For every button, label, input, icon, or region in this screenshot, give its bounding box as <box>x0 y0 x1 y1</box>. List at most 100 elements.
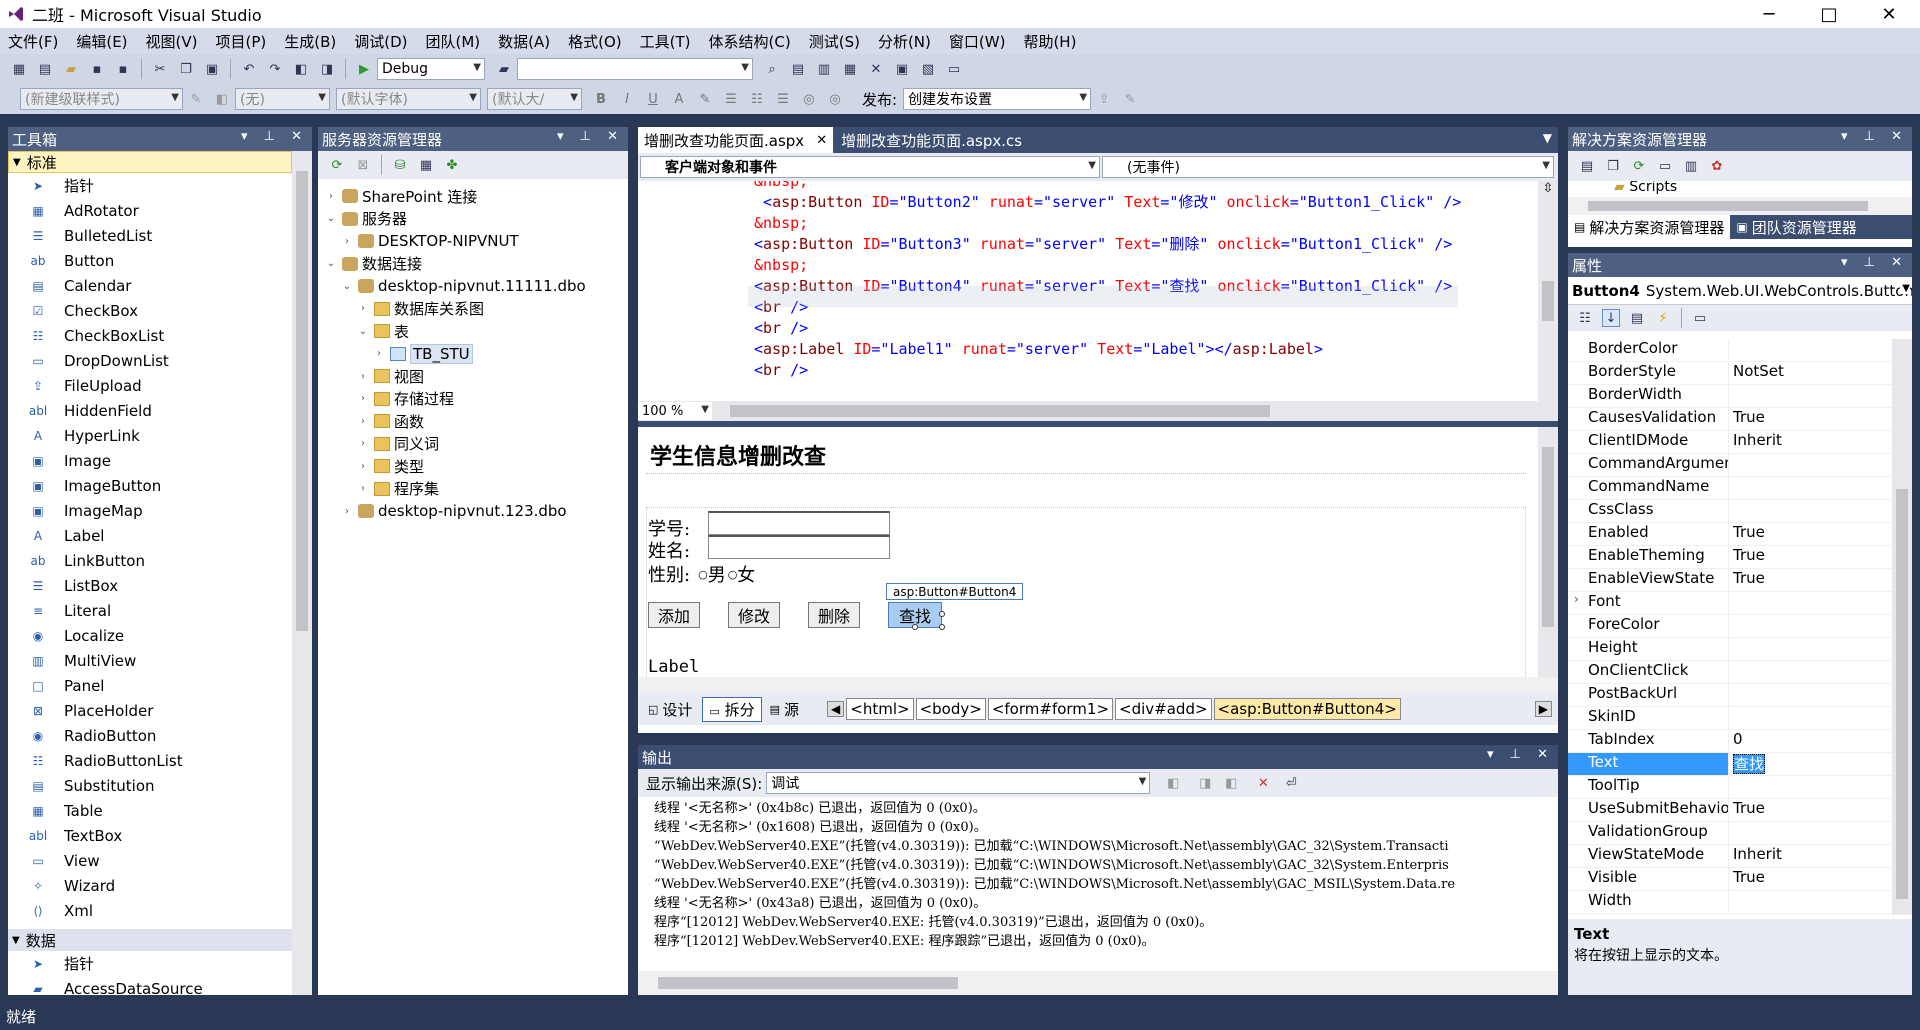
property-value[interactable] <box>1728 776 1892 798</box>
solution-hscrollbar[interactable] <box>1568 197 1912 215</box>
property-value[interactable]: True <box>1728 569 1892 591</box>
tree-node[interactable]: › 视图 <box>324 365 628 388</box>
edit-button[interactable]: 修改 <box>728 602 780 628</box>
property-value[interactable]: True <box>1728 546 1892 568</box>
scrollbar-thumb[interactable] <box>1542 281 1554 321</box>
toolbox-item[interactable]: □ Panel <box>8 673 292 698</box>
object-combo[interactable]: 客户端对象和事件 ▼ <box>640 156 1100 178</box>
word-wrap-icon[interactable]: ⏎ <box>1282 774 1300 792</box>
add-button[interactable]: 添加 <box>648 602 700 628</box>
source-code-pane[interactable]: &nbsp; <asp:Button ID="Button2" runat="s… <box>638 181 1538 401</box>
breadcrumb-item[interactable]: <div#add> <box>1115 698 1212 720</box>
toolbox-item[interactable]: ▥ MultiView <box>8 648 292 673</box>
property-row[interactable]: CommandName <box>1568 477 1892 500</box>
tree-node[interactable]: › DESKTOP-NIPVNUT <box>324 230 628 253</box>
property-row[interactable]: EnableTheming True <box>1568 546 1892 569</box>
toolbox-item[interactable]: ☑ CheckBox <box>8 298 292 323</box>
property-row[interactable]: ViewStateMode Inherit <box>1568 845 1892 868</box>
property-value[interactable] <box>1728 339 1892 361</box>
tree-node[interactable]: › TB_STU <box>324 343 628 366</box>
undo-icon[interactable]: ↶ <box>240 60 258 78</box>
property-value[interactable] <box>1728 592 1892 614</box>
copy-icon[interactable]: ❐ <box>177 60 195 78</box>
clear-all-icon[interactable]: ✕ <box>1254 774 1272 792</box>
toolbox-item[interactable]: ⊠ PlaceHolder <box>8 698 292 723</box>
tab-aspx-cs[interactable]: 增删改查功能页面.aspx.cs <box>833 127 1030 153</box>
tree-node[interactable]: › 存储过程 <box>324 388 628 411</box>
menu-item[interactable]: 调试(D) <box>354 31 407 52</box>
minimize-button[interactable]: ─ <box>1746 0 1792 28</box>
tree-node[interactable]: › 程序集 <box>324 478 628 501</box>
scrollbar-thumb[interactable] <box>1896 489 1908 899</box>
breadcrumb-left-icon[interactable]: ◀ <box>827 701 845 717</box>
property-row[interactable]: EnableViewState True <box>1568 569 1892 592</box>
menu-item[interactable]: 测试(S) <box>809 31 860 52</box>
toolbox-item[interactable]: ▭ View <box>8 848 292 873</box>
navigate-back-icon[interactable]: ◧ <box>292 60 310 78</box>
connect-sharepoint-icon[interactable]: ✤ <box>443 156 461 174</box>
chevron-down-icon[interactable]: ⌄ <box>324 213 338 224</box>
toolbox-item[interactable]: ☷ CheckBoxList <box>8 323 292 348</box>
toolbox-item[interactable]: ➤ 指针 <box>8 173 292 198</box>
chevron-right-icon[interactable]: › <box>372 348 386 359</box>
property-value[interactable] <box>1728 822 1892 844</box>
chevron-right-icon[interactable]: › <box>356 461 370 472</box>
breadcrumb-item[interactable]: <asp:Button#Button4> <box>1213 698 1401 720</box>
property-value[interactable] <box>1728 454 1892 476</box>
menu-item[interactable]: 体系结构(C) <box>709 31 791 52</box>
underline-button[interactable]: U <box>644 90 662 108</box>
property-value[interactable] <box>1728 477 1892 499</box>
tree-node[interactable]: ⌄ 服务器 <box>324 208 628 231</box>
property-value[interactable] <box>1728 661 1892 683</box>
toolbox-item[interactable]: ➤ 指针 <box>8 951 292 976</box>
toolbox-item[interactable]: ab Button <box>8 248 292 273</box>
toolbox-item[interactable]: ⟨⟩ Xml <box>8 898 292 923</box>
panel-pin-close-icon[interactable]: ▾ ⊥ ✕ <box>1487 747 1554 762</box>
chevron-down-icon[interactable]: ⌄ <box>324 258 338 269</box>
toolbox-item[interactable]: A Label <box>8 523 292 548</box>
property-row[interactable]: ClientIDMode Inherit <box>1568 431 1892 454</box>
chevron-right-icon[interactable]: › <box>356 416 370 427</box>
next-message-icon[interactable]: ◧ <box>1222 774 1240 792</box>
toolbox-item[interactable]: abl HiddenField <box>8 398 292 423</box>
paste-icon[interactable]: ▣ <box>203 60 221 78</box>
extension-icon[interactable]: ▧ <box>919 60 937 78</box>
bookmark-icon[interactable]: ◎ <box>826 90 844 108</box>
menu-item[interactable]: 编辑(E) <box>76 31 127 52</box>
menu-item[interactable]: 生成(B) <box>284 31 336 52</box>
menu-item[interactable]: 团队(M) <box>426 31 481 52</box>
toolbox-scrollbar[interactable] <box>292 151 312 995</box>
new-project-icon[interactable]: ▦ <box>10 60 28 78</box>
design-vscrollbar[interactable] <box>1538 427 1558 677</box>
more-icon[interactable]: ▭ <box>945 60 963 78</box>
hyperlink-icon[interactable]: ◎ <box>800 90 818 108</box>
event-combo[interactable]: (无事件) ▼ <box>1102 156 1554 178</box>
menu-item[interactable]: 分析(N) <box>878 31 931 52</box>
resize-handle[interactable] <box>939 624 945 630</box>
tree-node[interactable]: › 函数 <box>324 410 628 433</box>
toolbox-item[interactable]: ☰ ListBox <box>8 573 292 598</box>
menu-item[interactable]: 窗口(W) <box>949 31 1006 52</box>
prev-message-icon[interactable]: ◨ <box>1196 774 1214 792</box>
property-value[interactable] <box>1728 891 1892 913</box>
design-hscrollbar[interactable] <box>638 677 1558 693</box>
solution-explorer-icon[interactable]: ▤ <box>789 60 807 78</box>
code-vscrollbar[interactable]: ⇳ <box>1538 181 1558 401</box>
events-icon[interactable]: ⚡ <box>1654 309 1672 327</box>
design-view-tab[interactable]: 设计 <box>662 699 692 720</box>
property-value[interactable]: True <box>1728 799 1892 821</box>
property-value[interactable] <box>1728 615 1892 637</box>
property-row[interactable]: Width <box>1568 891 1892 914</box>
property-row[interactable]: Height <box>1568 638 1892 661</box>
bold-button[interactable]: B <box>592 90 610 108</box>
property-row[interactable]: BorderWidth <box>1568 385 1892 408</box>
breadcrumb-item[interactable]: <html> <box>846 698 914 720</box>
toolbox-item[interactable]: ▤ Calendar <box>8 273 292 298</box>
menu-item[interactable]: 文件(F) <box>8 31 58 52</box>
save-all-icon[interactable]: ▪ <box>114 60 132 78</box>
toolbox-item[interactable]: ▭ DropDownList <box>8 348 292 373</box>
menu-item[interactable]: 视图(V) <box>146 31 198 52</box>
label1-control[interactable]: Label <box>648 657 699 677</box>
breadcrumb-item[interactable]: <body> <box>915 698 986 720</box>
align-icon[interactable]: ☰ <box>722 90 740 108</box>
